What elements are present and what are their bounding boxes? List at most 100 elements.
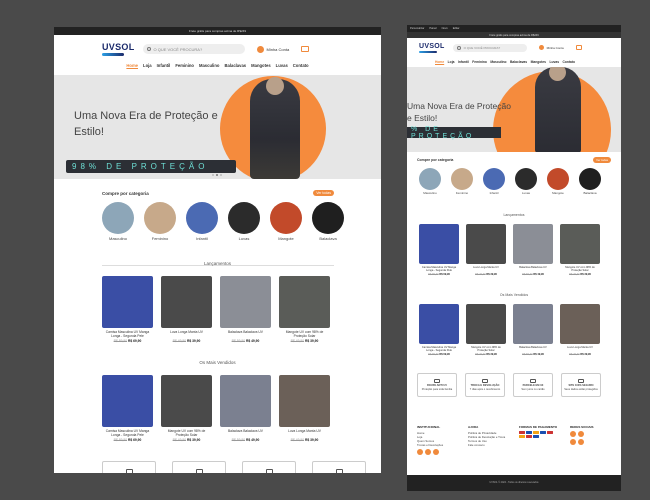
product-name: Mangote UV com 98% de Proteção Solar <box>471 346 501 352</box>
nav-infantil[interactable]: Infantil <box>458 60 469 64</box>
footer-link[interactable]: Trocas e Devoluções <box>417 443 458 447</box>
nav-infantil[interactable]: Infantil <box>157 63 171 75</box>
search-input[interactable]: O QUE VOCÊ PROCURA? <box>452 43 527 52</box>
product-name: Luva Longa Manta UV <box>567 346 593 349</box>
category-luvas[interactable]: Luvas <box>228 202 260 241</box>
product-card[interactable]: Mangote UV com 98% de Proteção Solar R$ 4… <box>279 276 330 343</box>
nav-loja[interactable]: Loja <box>143 63 152 75</box>
cart-icon[interactable] <box>575 45 582 50</box>
whatsapp-icon[interactable] <box>433 449 439 455</box>
launches-product-row: Camisa Masculina UV Manga Longa - Segund… <box>419 224 600 276</box>
facebook-icon[interactable] <box>578 431 584 437</box>
product-price: R$ 89,90 R$ 69,90 <box>419 273 459 276</box>
feature-title: TROCA E DEVOLUÇÃO <box>470 384 500 387</box>
category-feminino[interactable]: Feminino <box>144 202 176 241</box>
product-card[interactable]: Balaclava Balaclava UV R$ 59,90 R$ 49,90 <box>513 224 553 276</box>
product-card[interactable]: Balaclava Balaclava UV R$ 59,90 R$ 49,90 <box>220 276 271 343</box>
nav-home[interactable]: Home <box>435 60 444 64</box>
product-card[interactable]: Mangote UV com 98% de Proteção Solar R$ 4… <box>560 224 600 276</box>
instagram-icon[interactable] <box>570 431 576 437</box>
admin-item[interactable]: Painel <box>429 27 436 30</box>
product-card[interactable]: Balaclava Balaclava UV R$ 59,90 R$ 49,90 <box>220 375 271 442</box>
truck-icon <box>195 468 203 473</box>
feature-box: TROCA E DEVOLUÇÃO 7 dias após o recebimen… <box>465 373 505 397</box>
feature-box: PARCELE EM 3X Sem juros no cartão <box>513 373 553 397</box>
product-card[interactable]: Luva Longa Manta UV R$ 49,90 R$ 39,90 <box>279 375 330 442</box>
nav-feminino[interactable]: Feminino <box>175 63 194 75</box>
user-icon <box>538 45 544 50</box>
nav-masculino[interactable]: Masculino <box>199 63 219 75</box>
nav-contato[interactable]: Contato <box>563 60 575 64</box>
category-balaclava[interactable]: Balaclava <box>579 168 601 195</box>
nav-mangotes[interactable]: Mangotes <box>531 60 546 64</box>
product-card[interactable]: Camisa Masculina UV Manga Longa - Segund… <box>419 304 459 356</box>
nav-feminino[interactable]: Feminino <box>472 60 487 64</box>
category-luvas[interactable]: Luvas <box>515 168 537 195</box>
category-infantil[interactable]: Infantil <box>186 202 218 241</box>
category-list: Masculino Feminino Infantil Luvas Mangot… <box>419 168 601 195</box>
logo[interactable]: UVSOL <box>419 43 445 53</box>
product-card[interactable]: Camisa Masculina UV Manga Longa - Segund… <box>102 375 153 442</box>
product-price: R$ 49,90 R$ 39,90 <box>279 339 330 343</box>
category-balaclava[interactable]: Balaclava <box>312 202 344 241</box>
category-label: Feminino <box>151 236 169 241</box>
category-image <box>228 202 260 234</box>
see-all-categories-button[interactable]: Ver todas <box>593 157 611 163</box>
product-name: Luva Longa Manta UV <box>170 330 203 334</box>
admin-item[interactable]: Personalizar <box>410 27 424 30</box>
product-image <box>466 304 506 344</box>
hero-banner[interactable]: Uma Nova Era de Proteção e Estilo! % DE … <box>407 67 621 152</box>
footer-bottom-bar: UVSOL © 2024 - Todos os direitos reserva… <box>407 475 621 491</box>
footer-link[interactable]: Fale conosco <box>468 443 509 447</box>
logo[interactable]: UVSOL <box>102 42 135 56</box>
category-mangote[interactable]: Mangote <box>270 202 302 241</box>
product-card[interactable]: Luva Longa Manta UV R$ 49,90 R$ 39,90 <box>161 276 212 343</box>
nav-home[interactable]: Home <box>126 63 138 75</box>
nav-loja[interactable]: Loja <box>448 60 455 64</box>
current-price: R$ 49,90 <box>533 273 544 276</box>
feature-title: ROUPA ANTI UV <box>426 384 448 387</box>
account-link[interactable]: Minha Conta <box>256 45 289 53</box>
category-mangote[interactable]: Mangote <box>547 168 569 195</box>
whatsapp-icon[interactable] <box>578 439 584 445</box>
account-link[interactable]: Minha Conta <box>538 45 564 50</box>
category-label: Infantil <box>196 236 208 241</box>
product-card[interactable]: Camisa Masculina UV Manga Longa - Segund… <box>419 224 459 276</box>
cart-icon[interactable] <box>301 46 310 52</box>
see-all-categories-button[interactable]: Ver todas <box>313 190 334 196</box>
category-masculino[interactable]: Masculino <box>419 168 441 195</box>
nav-masculino[interactable]: Masculino <box>490 60 506 64</box>
category-infantil[interactable]: Infantil <box>483 168 505 195</box>
product-card[interactable]: Mangote UV com 98% de Proteção Solar R$ 4… <box>161 375 212 442</box>
hero-protection-banner: 98% DE PROTEÇÃO <box>66 160 236 173</box>
instagram-icon[interactable] <box>417 449 423 455</box>
product-card[interactable]: Balaclava Balaclava UV R$ 59,90 R$ 49,90 <box>513 304 553 356</box>
nav-luvas[interactable]: Luvas <box>276 63 288 75</box>
category-label: Mangote <box>278 236 294 241</box>
admin-item[interactable]: Editar <box>453 27 460 30</box>
category-image <box>102 202 134 234</box>
product-card[interactable]: Camisa Masculina UV Manga Longa - Segund… <box>102 276 153 343</box>
youtube-icon[interactable] <box>570 439 576 445</box>
search-input[interactable]: O QUE VOCÊ PROCURA? <box>142 44 245 54</box>
product-price: R$ 49,90 R$ 39,90 <box>161 339 212 343</box>
product-image <box>419 304 459 344</box>
product-card[interactable]: Luva Longa Manta UV R$ 49,90 R$ 39,90 <box>560 304 600 356</box>
nav-balaclavas[interactable]: Balaclavas <box>510 60 527 64</box>
product-price: R$ 49,90 R$ 39,90 <box>560 273 600 276</box>
nav-balaclavas[interactable]: Balaclavas <box>224 63 246 75</box>
product-card[interactable]: Luva Longa Manta UV R$ 49,90 R$ 39,90 <box>466 224 506 276</box>
admin-item[interactable]: Novo <box>442 27 448 30</box>
category-feminino[interactable]: Feminino <box>451 168 473 195</box>
launches-title: Lançamentos <box>503 213 525 217</box>
current-price: R$ 49,90 <box>245 438 260 442</box>
feature-box: ROUPA ANTI UV Proteção para toda família <box>417 373 457 397</box>
category-masculino[interactable]: Masculino <box>102 202 134 241</box>
nav-mangotes[interactable]: Mangotes <box>251 63 271 75</box>
category-image <box>579 168 601 190</box>
facebook-icon[interactable] <box>425 449 431 455</box>
nav-contato[interactable]: Contato <box>293 63 309 75</box>
product-card[interactable]: Mangote UV com 98% de Proteção Solar R$ 4… <box>466 304 506 356</box>
hero-slider-dots[interactable] <box>212 174 222 176</box>
nav-luvas[interactable]: Luvas <box>550 60 560 64</box>
